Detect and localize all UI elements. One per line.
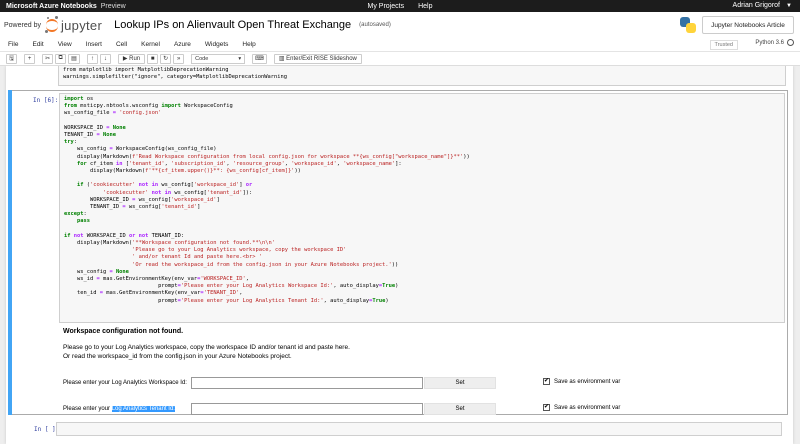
menu-azure[interactable]: Azure <box>174 41 191 48</box>
paste-icon[interactable]: ▤ <box>68 53 80 64</box>
notebook-area[interactable]: from matplotlib import MatplotlibDepreca… <box>0 66 800 444</box>
tenant-id-label: Please enter your Log Analytics Tenant I… <box>63 406 175 412</box>
move-down-icon[interactable]: ↓ <box>99 53 111 64</box>
workspace-id-input[interactable] <box>191 377 423 389</box>
previous-cell-code: from matplotlib import MatplotlibDepreca… <box>63 67 287 81</box>
menu-widgets[interactable]: Widgets <box>205 41 228 48</box>
keyboard-icon[interactable]: ⌨ <box>252 53 267 64</box>
nav-help[interactable]: Help <box>418 3 432 10</box>
save-status: (autosaved) <box>359 22 391 28</box>
workspace-id-label: Please enter your Log Analytics Workspac… <box>63 380 187 386</box>
save-env-label-1: Save as environment var <box>554 379 621 385</box>
move-up-icon[interactable]: ↑ <box>86 53 98 64</box>
menu-cell[interactable]: Cell <box>116 41 127 48</box>
tenant-id-widget: Please enter your Log Analytics Tenant I… <box>63 402 783 416</box>
rise-slideshow-label: Enter/Exit RISE Slideshow <box>286 55 357 62</box>
menu-insert[interactable]: Insert <box>86 41 102 48</box>
rise-slideshow-button[interactable]: ▥ Enter/Exit RISE Slideshow <box>273 53 362 64</box>
jupyter-logo-icon <box>44 16 59 34</box>
nav-my-projects[interactable]: My Projects <box>368 3 405 10</box>
cell-selection-bar <box>8 90 12 415</box>
save-env-checkbox-1[interactable]: ✔ <box>543 378 550 385</box>
empty-code-cell[interactable] <box>56 422 782 436</box>
cell-output: Workspace configuration not found. Pleas… <box>63 328 783 415</box>
selected-code-cell[interactable]: In [6]: import os from msticpy.nbtools.w… <box>8 90 788 415</box>
kernel-name: Python 3.6 <box>755 39 784 46</box>
azure-top-bar: Microsoft Azure Notebooks Preview My Pro… <box>0 0 800 12</box>
powered-by-label: Powered by <box>4 21 41 29</box>
menu-view[interactable]: View <box>58 41 72 48</box>
save-icon[interactable]: 🖫 <box>6 53 18 64</box>
save-env-label-2: Save as environment var <box>554 405 621 411</box>
menu-edit[interactable]: Edit <box>32 41 43 48</box>
cut-icon[interactable]: ✂ <box>42 53 54 64</box>
kernel-indicator[interactable]: Python 3.6 <box>755 39 794 46</box>
run-button[interactable]: ▶ Run <box>117 53 146 64</box>
menu-kernel[interactable]: Kernel <box>141 41 160 48</box>
cell-source-code: import os from msticpy.nbtools.wsconfig … <box>64 96 470 304</box>
notebook-sheet: from matplotlib import MatplotlibDepreca… <box>6 66 793 444</box>
add-cell-icon[interactable]: + <box>24 53 36 64</box>
output-line-2: Or read the workspace_id from the config… <box>63 353 292 360</box>
notebook-header: Powered by jupyter Lookup IPs on Alienva… <box>0 12 800 38</box>
restart-icon[interactable]: ↻ <box>160 53 172 64</box>
notebook-toolbar: 🖫 + ✂ ⧉ ▤ ↑ ↓ ▶ Run ■ ↻ » Code ▾ ⌨ ▥ Ent… <box>0 52 800 66</box>
output-heading: Workspace configuration not found. <box>63 328 184 335</box>
copy-icon[interactable]: ⧉ <box>55 53 67 64</box>
stop-icon[interactable]: ■ <box>147 53 159 64</box>
cell-type-select[interactable]: Code ▾ <box>191 53 246 64</box>
jupyter-logo-text[interactable]: jupyter <box>61 18 102 33</box>
save-env-checkbox-2[interactable]: ✔ <box>543 404 550 411</box>
notebook-title[interactable]: Lookup IPs on Alienvault Open Threat Exc… <box>114 19 351 31</box>
brand-label[interactable]: Microsoft Azure Notebooks <box>6 3 97 10</box>
fast-forward-icon[interactable]: » <box>173 53 185 64</box>
bar-chart-icon: ▥ <box>278 56 287 62</box>
code-editor[interactable]: import os from msticpy.nbtools.wsconfig … <box>59 93 785 323</box>
set-tenant-id-button[interactable]: Set <box>424 403 496 415</box>
cell-type-value: Code <box>195 55 209 62</box>
python-logo-icon <box>680 17 696 33</box>
menu-bar: File Edit View Insert Cell Kernel Azure … <box>0 38 800 52</box>
user-name[interactable]: Adrian Grigorof <box>733 0 780 12</box>
tenant-id-input[interactable] <box>191 403 423 415</box>
workspace-id-widget: Please enter your Log Analytics Workspac… <box>63 376 783 390</box>
menu-file[interactable]: File <box>8 41 18 48</box>
kernel-status-icon <box>787 39 794 46</box>
chevron-down-icon[interactable]: ▼ <box>786 0 792 12</box>
preview-label: Preview <box>100 2 126 10</box>
trusted-indicator[interactable]: Trusted <box>709 40 738 50</box>
chevron-down-icon: ▾ <box>238 55 242 62</box>
previous-code-cell[interactable]: from matplotlib import MatplotlibDepreca… <box>58 66 786 86</box>
menu-help[interactable]: Help <box>242 41 255 48</box>
notebooks-article-button[interactable]: Jupyter Notebooks Article <box>702 16 794 34</box>
output-line-1: Please go to your Log Analytics workspac… <box>63 344 350 351</box>
selected-text: Log Analytics Tenant Id: <box>111 406 175 412</box>
cell-prompt: In [6]: <box>33 97 59 104</box>
set-workspace-id-button[interactable]: Set <box>424 377 496 389</box>
